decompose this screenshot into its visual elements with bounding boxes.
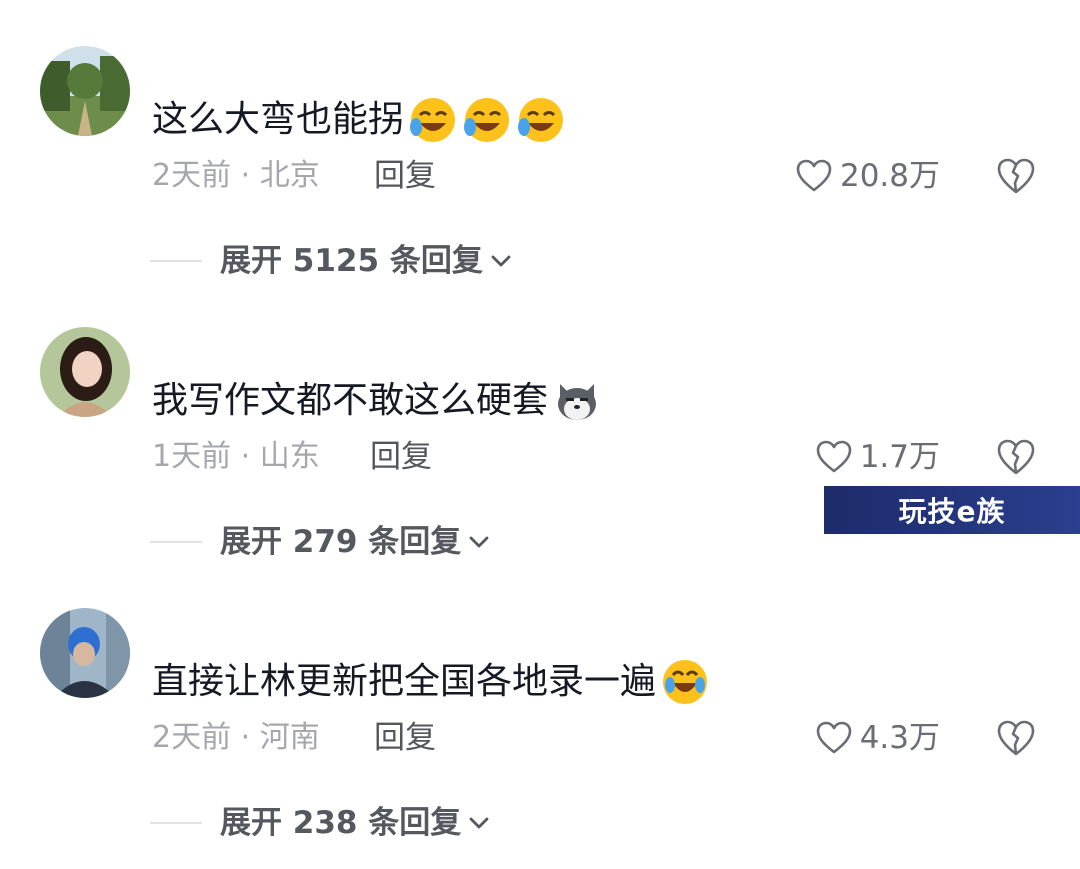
laugh-cry-emoji xyxy=(516,95,566,145)
chevron-down-icon xyxy=(491,255,511,267)
like-count: 4.3万 xyxy=(859,720,940,756)
expand-replies-button[interactable]: 展开 279 条回复 xyxy=(150,517,493,567)
comment-text-row: 我写作文都不敢这么硬套 xyxy=(152,373,602,429)
avatar[interactable] xyxy=(40,327,130,417)
dislike-button[interactable] xyxy=(994,435,1038,479)
comment-list: 这么大弯也能拐 2天前 · 北京 回复 20.8万 展开 5125 条回复 我写… xyxy=(0,0,1080,869)
divider xyxy=(150,541,202,543)
comment-text: 直接让林更新把全国各地录一遍 xyxy=(152,661,657,702)
expand-replies-label: 展开 5125 条回复 xyxy=(220,243,483,279)
chevron-down-icon xyxy=(469,817,489,829)
tears-of-joy-emoji xyxy=(660,657,710,707)
comment-time-location: 1天前 · 山东 xyxy=(152,439,320,474)
comment-text: 这么大弯也能拐 xyxy=(152,99,405,140)
like-count: 20.8万 xyxy=(839,158,940,194)
like-button[interactable]: 20.8万 xyxy=(794,150,940,202)
laugh-cry-emoji xyxy=(408,95,458,145)
avatar[interactable] xyxy=(40,46,130,136)
comment-time-location: 2天前 · 河南 xyxy=(152,720,320,755)
expand-replies-label: 展开 279 条回复 xyxy=(220,524,462,560)
expand-replies-button[interactable]: 展开 238 条回复 xyxy=(150,798,493,848)
divider xyxy=(150,822,202,824)
dislike-button[interactable] xyxy=(994,154,1038,198)
comment-text-row: 直接让林更新把全国各地录一遍 xyxy=(152,654,710,710)
watermark-logo: 玩技e族 xyxy=(824,486,1080,534)
heart-icon xyxy=(816,721,851,754)
laugh-cry-emoji xyxy=(462,95,512,145)
heart-icon xyxy=(796,159,832,192)
like-count: 1.7万 xyxy=(859,439,940,475)
broken-heart-icon xyxy=(997,439,1035,475)
expand-replies-label: 展开 238 条回复 xyxy=(220,805,462,841)
chevron-down-icon xyxy=(469,536,489,548)
divider xyxy=(150,260,202,262)
heart-icon xyxy=(816,440,851,473)
dislike-button[interactable] xyxy=(994,716,1038,760)
comment-time-location: 2天前 · 北京 xyxy=(152,158,320,193)
comment-text-row: 这么大弯也能拐 xyxy=(152,92,566,148)
reply-button[interactable]: 回复 xyxy=(374,150,436,202)
husky-dog-emoji xyxy=(552,376,602,426)
reply-button[interactable]: 回复 xyxy=(374,712,436,764)
expand-replies-button[interactable]: 展开 5125 条回复 xyxy=(150,236,515,286)
like-button[interactable]: 4.3万 xyxy=(814,712,940,764)
comment-item: 直接让林更新把全国各地录一遍 2天前 · 河南 回复 4.3万 展开 238 条… xyxy=(0,562,1080,842)
like-button[interactable]: 1.7万 xyxy=(814,431,940,483)
comment-text: 我写作文都不敢这么硬套 xyxy=(152,380,549,421)
broken-heart-icon xyxy=(997,720,1035,756)
broken-heart-icon xyxy=(997,158,1035,194)
avatar[interactable] xyxy=(40,608,130,698)
comment-item: 这么大弯也能拐 2天前 · 北京 回复 20.8万 展开 5125 条回复 xyxy=(0,0,1080,280)
reply-button[interactable]: 回复 xyxy=(370,431,432,483)
